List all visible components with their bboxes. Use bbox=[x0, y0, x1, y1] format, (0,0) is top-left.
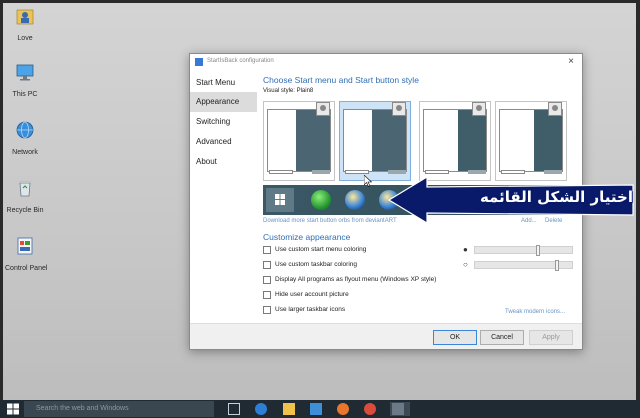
option-custom-taskbar-coloring: Use custom taskbar coloring bbox=[263, 260, 357, 272]
start-menu-style-option-3[interactable] bbox=[419, 101, 491, 181]
windows7-orb-icon[interactable] bbox=[345, 190, 365, 210]
chrome-icon[interactable] bbox=[364, 403, 376, 415]
option-flyout-all-programs: Display All programs as flyout menu (Win… bbox=[263, 275, 436, 287]
start-menu-preview bbox=[343, 109, 407, 172]
app-icon bbox=[195, 58, 203, 66]
sidebar: Start Menu Appearance Switching Advanced… bbox=[190, 71, 257, 323]
desktop-icon-recycle-bin[interactable]: Recycle Bin bbox=[5, 177, 45, 214]
annotation-label: اختيار الشكل القائمه bbox=[479, 188, 633, 206]
option-custom-start-menu-coloring: Use custom start menu coloring bbox=[263, 245, 366, 257]
task-view-icon[interactable] bbox=[228, 403, 240, 415]
taskbar: Search the web and Windows bbox=[0, 400, 640, 418]
app-icon[interactable] bbox=[392, 403, 404, 415]
checkbox[interactable] bbox=[263, 261, 271, 269]
close-icon[interactable]: × bbox=[565, 56, 577, 68]
user-folder-icon bbox=[16, 9, 34, 25]
start-menu-opacity-slider[interactable] bbox=[474, 245, 573, 256]
start-menu-style-option-2[interactable] bbox=[339, 101, 411, 181]
preview-search-bar bbox=[501, 170, 525, 174]
desktop-icon-this-pc[interactable]: This PC bbox=[5, 61, 45, 98]
sidebar-item-label: Switching bbox=[196, 117, 231, 126]
taskbar-search-box[interactable]: Search the web and Windows bbox=[24, 401, 214, 417]
checkbox[interactable] bbox=[263, 246, 271, 254]
user-avatar-icon bbox=[392, 102, 406, 116]
slider-handle[interactable] bbox=[536, 245, 540, 256]
preview-power-bar bbox=[544, 170, 562, 174]
network-icon bbox=[16, 121, 34, 139]
preview-search-bar bbox=[345, 170, 369, 174]
file-explorer-icon[interactable] bbox=[283, 403, 295, 415]
start-menu-style-option-1[interactable] bbox=[263, 101, 335, 181]
firefox-icon[interactable] bbox=[337, 403, 349, 415]
desktop-icon-label: Love bbox=[17, 35, 33, 42]
sidebar-item-switching[interactable]: Switching bbox=[190, 112, 257, 132]
green-orb-icon[interactable] bbox=[311, 190, 331, 210]
search-placeholder: Search the web and Windows bbox=[36, 405, 129, 412]
mouse-pointer-icon bbox=[364, 175, 372, 187]
checkbox[interactable] bbox=[263, 306, 271, 314]
sidebar-item-label: About bbox=[196, 157, 217, 166]
control-panel-icon bbox=[17, 237, 33, 255]
user-avatar-icon bbox=[472, 102, 486, 116]
preview-power-bar bbox=[468, 170, 486, 174]
start-button-option-windows10[interactable] bbox=[266, 188, 294, 212]
style-section-heading: Choose Start menu and Start button style bbox=[263, 75, 419, 85]
option-hide-account-picture: Hide user account picture bbox=[263, 290, 349, 302]
apply-button[interactable]: Apply bbox=[529, 330, 573, 345]
sidebar-item-label: Appearance bbox=[196, 97, 240, 106]
desktop-icon-label: This PC bbox=[12, 91, 38, 98]
sidebar-item-label: Advanced bbox=[196, 137, 232, 146]
checkbox[interactable] bbox=[263, 276, 271, 284]
visual-style-label: Visual style: Plain8 bbox=[263, 88, 314, 94]
preview-search-bar bbox=[269, 170, 293, 174]
sidebar-item-about[interactable]: About bbox=[190, 152, 257, 172]
download-orbs-link[interactable]: Download more start button orbs from dev… bbox=[263, 218, 397, 224]
cancel-button[interactable]: Cancel bbox=[480, 330, 524, 345]
store-icon[interactable] bbox=[310, 403, 322, 415]
sidebar-item-appearance[interactable]: Appearance bbox=[190, 92, 257, 112]
desktop-icon-label: Recycle Bin bbox=[6, 207, 44, 214]
desktop: Love This PC Network Recycle Bin Control… bbox=[3, 3, 636, 400]
windows-start-icon[interactable] bbox=[6, 403, 20, 415]
start-menu-preview bbox=[499, 109, 563, 172]
ok-button[interactable]: OK bbox=[433, 330, 477, 345]
slider-handle[interactable] bbox=[555, 260, 559, 271]
sidebar-item-label: Start Menu bbox=[196, 78, 236, 87]
preview-power-bar bbox=[312, 170, 330, 174]
option-larger-taskbar-icons: Use larger taskbar icons bbox=[263, 305, 345, 317]
preview-search-bar bbox=[425, 170, 449, 174]
desktop-icon-user[interactable]: Love bbox=[5, 5, 45, 42]
desktop-icon-network[interactable]: Network bbox=[5, 119, 45, 156]
preview-power-bar bbox=[388, 170, 406, 174]
computer-icon bbox=[16, 64, 34, 81]
desktop-icon-control-panel[interactable]: Control Panel bbox=[5, 235, 48, 272]
customize-heading: Customize appearance bbox=[263, 232, 351, 242]
drop-outline-icon: ○ bbox=[463, 260, 468, 269]
start-menu-preview bbox=[423, 109, 487, 172]
recycle-bin-icon bbox=[19, 181, 31, 197]
edge-icon[interactable] bbox=[255, 403, 267, 415]
windows10-logo-icon bbox=[275, 194, 285, 205]
tweak-modern-icons-link[interactable]: Tweak modern icons... bbox=[505, 309, 565, 315]
taskbar-opacity-slider[interactable] bbox=[474, 260, 573, 271]
desktop-icon-label: Control Panel bbox=[5, 265, 48, 272]
sidebar-item-start-menu[interactable]: Start Menu bbox=[190, 73, 257, 93]
window-title: StartIsBack configuration bbox=[207, 58, 274, 64]
user-avatar-icon bbox=[316, 102, 330, 116]
desktop-icon-label: Network bbox=[12, 149, 38, 156]
start-menu-preview bbox=[267, 109, 331, 172]
start-menu-style-option-4[interactable] bbox=[495, 101, 567, 181]
user-avatar-icon bbox=[548, 102, 562, 116]
drop-filled-icon: ● bbox=[463, 245, 468, 254]
checkbox[interactable] bbox=[263, 291, 271, 299]
window-titlebar[interactable]: StartIsBack configuration × bbox=[190, 54, 582, 71]
sidebar-item-advanced[interactable]: Advanced bbox=[190, 132, 257, 152]
dialog-footer: OK Cancel Apply bbox=[190, 323, 582, 349]
